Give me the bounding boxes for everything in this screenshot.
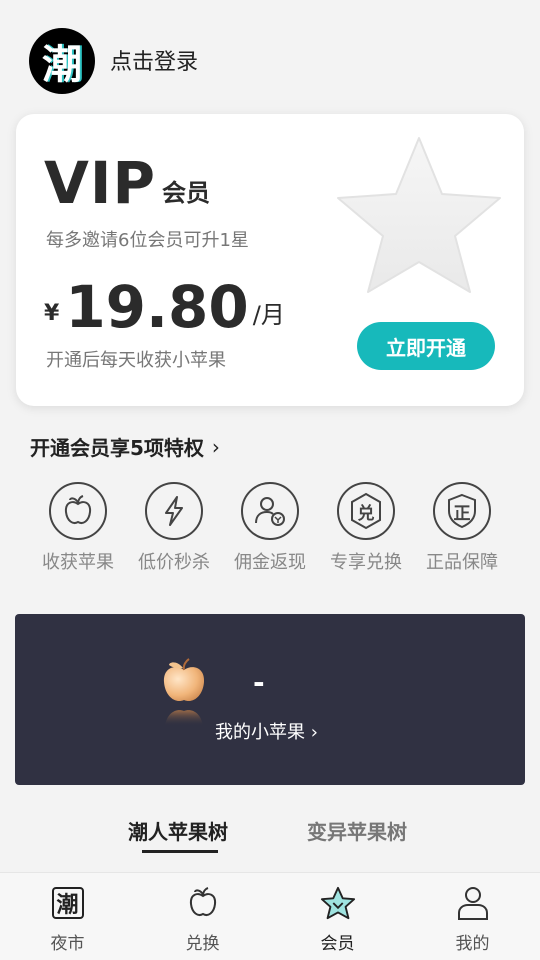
star-icon	[320, 885, 356, 921]
vip-title-big: VIP	[44, 149, 156, 217]
open-vip-button[interactable]: 立即开通	[357, 322, 495, 370]
privilege-flash-sale[interactable]: 低价秒杀	[126, 482, 222, 582]
vip-description: 每多邀请6位会员可升1星	[46, 230, 249, 251]
privileges-title-link[interactable]: 开通会员享5项特权 ›	[30, 432, 220, 461]
lightning-icon	[145, 482, 203, 540]
night-market-icon: 潮	[50, 885, 86, 921]
privileges-title: 开通会员享5项特权	[30, 436, 204, 460]
nav-night-market[interactable]: 潮 夜市	[18, 873, 118, 960]
price-row: ¥ 19.80 /月	[44, 276, 285, 338]
exchange-glyph: 兑	[357, 503, 375, 524]
star-decoration-icon	[337, 137, 501, 293]
exchange-badge-icon: 兑	[337, 482, 395, 540]
privilege-label: 低价秒杀	[138, 552, 210, 573]
tab-trendy-apple-tree[interactable]: 潮人苹果树	[128, 816, 228, 845]
price-note: 开通后每天收获小苹果	[46, 350, 226, 371]
user-refund-icon	[241, 482, 299, 540]
nav-membership[interactable]: 会员	[288, 873, 388, 960]
my-apples-panel: - 我的小苹果 ›	[15, 614, 525, 785]
shield-icon: 正	[433, 482, 491, 540]
nav-label: 会员	[320, 934, 355, 954]
apple-count: -	[253, 666, 265, 699]
bottom-nav: 潮 夜市 兑换 会员 我的	[0, 872, 540, 960]
privilege-harvest-apples[interactable]: 收获苹果	[30, 482, 126, 582]
nav-label: 我的	[455, 934, 490, 954]
price-unit: /月	[252, 301, 285, 329]
logo-glyph: 潮	[42, 42, 82, 88]
nav-mine[interactable]: 我的	[423, 873, 523, 960]
apple-icon	[49, 482, 107, 540]
nav-exchange[interactable]: 兑换	[153, 873, 253, 960]
nav-label: 夜市	[50, 934, 85, 954]
privilege-label: 收获苹果	[42, 552, 114, 573]
price-value: 19.80	[65, 273, 249, 341]
apple-icon	[163, 658, 205, 726]
vip-card: VIP 会员 每多邀请6位会员可升1星 ¥ 19.80 /月 开通后每天收获小苹…	[16, 114, 524, 406]
privilege-label: 佣金返现	[234, 552, 306, 573]
tab-mutant-apple-tree[interactable]: 变异苹果树	[307, 816, 407, 845]
vip-title: VIP 会员	[44, 152, 210, 214]
tab-underline	[142, 850, 218, 853]
privilege-commission-refund[interactable]: 佣金返现	[222, 482, 318, 582]
privileges-list: 收获苹果 低价秒杀 佣金返现 兑 专享兑换 正 正品保障	[30, 482, 510, 582]
login-link[interactable]: 点击登录	[110, 44, 198, 76]
nav-label: 兑换	[185, 934, 220, 954]
vip-title-small: 会员	[161, 179, 210, 207]
avatar[interactable]: 潮	[29, 28, 95, 94]
header: 潮 点击登录	[0, 0, 540, 112]
privilege-label: 专享兑换	[330, 552, 402, 573]
privilege-genuine-guarantee[interactable]: 正 正品保障	[414, 482, 510, 582]
apple-outline-icon	[185, 885, 221, 921]
tree-tabs: 潮人苹果树 变异苹果树	[0, 812, 540, 862]
chevron-right-icon: ›	[211, 434, 220, 459]
price-currency: ¥	[44, 301, 60, 326]
privilege-exclusive-exchange[interactable]: 兑 专享兑换	[318, 482, 414, 582]
person-icon	[455, 885, 491, 921]
my-apples-link[interactable]: 我的小苹果 ›	[215, 718, 318, 744]
night-market-glyph: 潮	[56, 893, 79, 918]
shield-glyph: 正	[453, 503, 471, 524]
privilege-label: 正品保障	[426, 552, 498, 573]
